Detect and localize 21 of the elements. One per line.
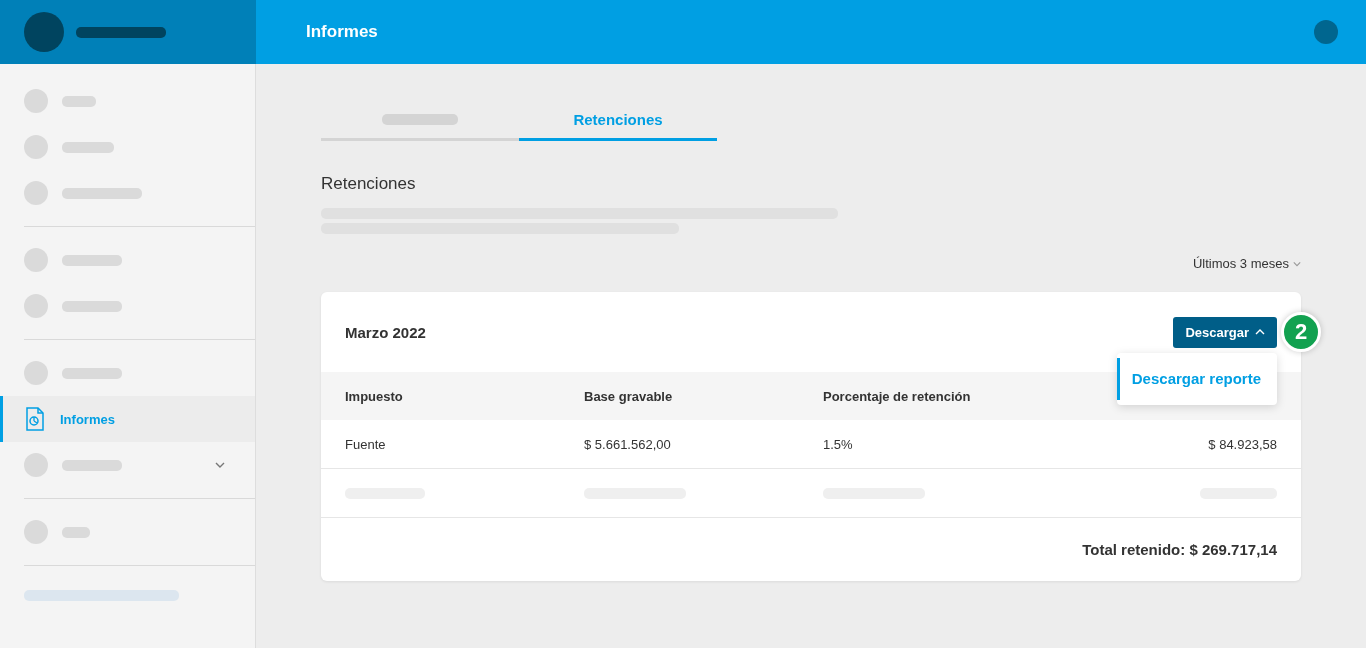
chevron-down-icon: [215, 460, 225, 470]
section-title: Retenciones: [321, 174, 417, 194]
card-title: Marzo 2022: [345, 323, 426, 341]
download-button[interactable]: Descargar: [1173, 316, 1277, 348]
nav-item[interactable]: Informes: [0, 396, 255, 442]
table-cell-text: $ 5.661.562,00: [584, 436, 672, 452]
table-cell-text: Fuente: [345, 436, 387, 452]
column-header: Base gravable: [584, 388, 674, 404]
table-cell-text: $ 84.923,58: [1207, 436, 1277, 452]
chevron-up-icon: [1255, 327, 1265, 337]
period-dropdown[interactable]: Últimos 3 meses: [1192, 256, 1301, 271]
step-badge: 2: [1281, 312, 1321, 352]
tab[interactable]: Retenciones: [519, 98, 717, 141]
user-avatar[interactable]: [1314, 20, 1338, 44]
column-header: Impuesto: [345, 388, 404, 404]
column-header: Porcentaje de retención: [823, 388, 972, 404]
avatar-placeholder: [24, 12, 64, 52]
table-cell-text: 1.5%: [823, 436, 854, 452]
page-title: Informes: [306, 22, 378, 42]
report-chart-icon: [24, 407, 46, 431]
total-withheld: Total retenido: $ 269.717,14: [1082, 541, 1277, 558]
